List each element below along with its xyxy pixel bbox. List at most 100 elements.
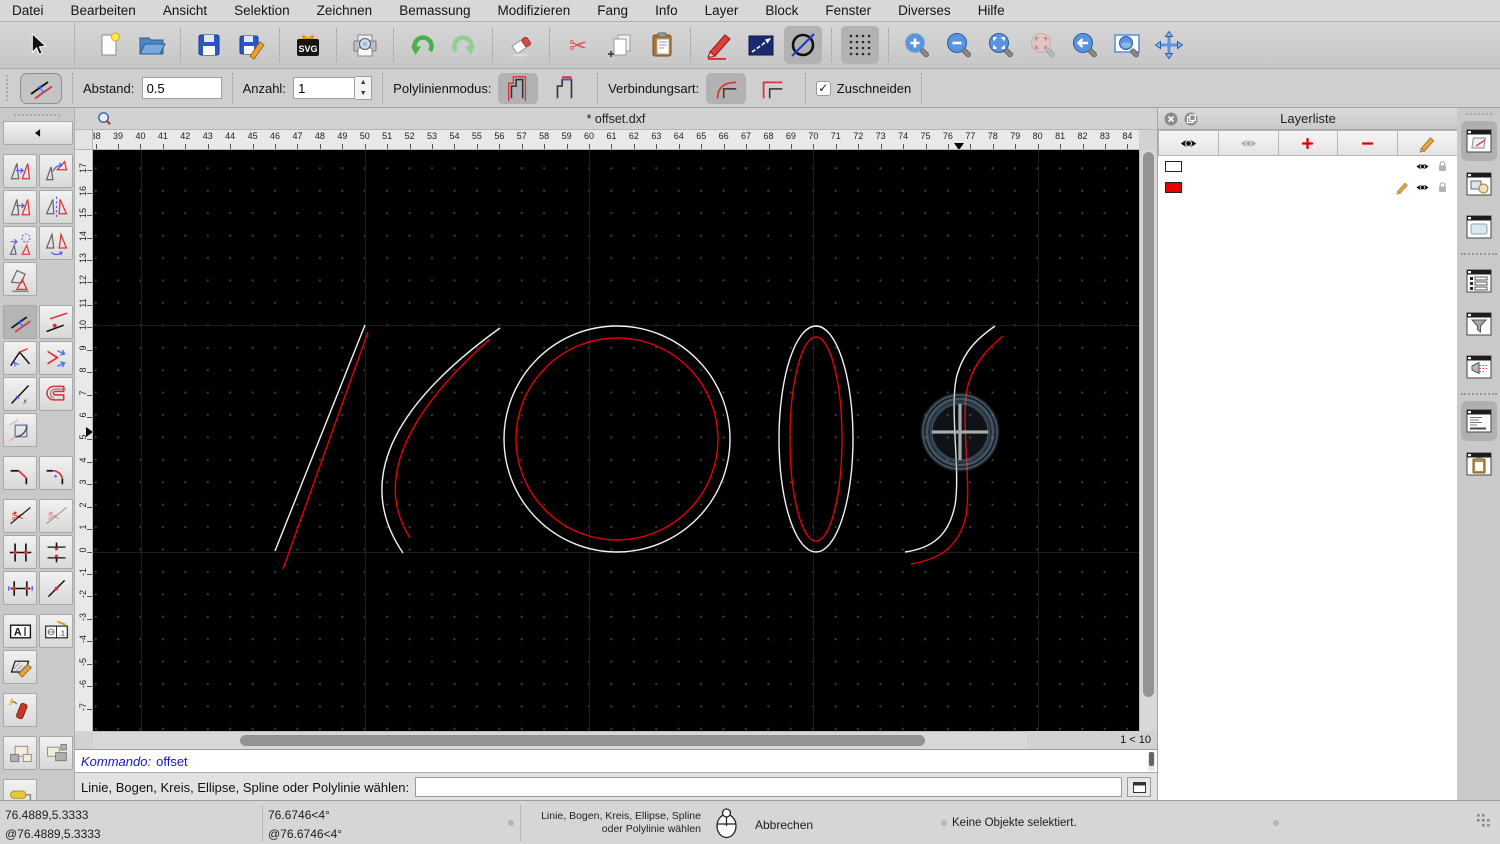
save-as-button[interactable] [232,26,270,64]
break-gap-button[interactable] [39,535,73,569]
trim-button[interactable]: ✂ [3,499,37,533]
zoom-auto-button[interactable] [982,26,1020,64]
panel-block-button[interactable] [1461,164,1497,204]
command-history-scrollbar-thumb[interactable] [1149,752,1154,766]
polyline-mode-segment-button[interactable] [544,73,584,104]
explode-button[interactable] [3,693,37,727]
redo-button[interactable] [445,26,483,64]
modify-offset-shape-button[interactable] [39,377,73,411]
corner-bevel-button[interactable] [3,456,37,490]
menu-ansicht[interactable]: Ansicht [163,3,207,18]
layer-row-0[interactable] [1158,156,1458,177]
show-all-layers-button[interactable] [1158,130,1219,156]
paste-button[interactable] [643,26,681,64]
document-tab-bar[interactable]: * offset.dxf [75,108,1157,130]
panel-clipboard-button[interactable] [1461,444,1497,484]
menu-layer[interactable]: Layer [705,3,739,18]
eye-icon[interactable] [1415,159,1430,174]
join-round-button[interactable] [705,72,746,104]
layer-color-swatch[interactable] [1165,182,1182,193]
zoom-previous-button[interactable] [1066,26,1104,64]
modify-blend-button[interactable] [3,413,37,447]
menu-diverses[interactable]: Diverses [898,3,951,18]
menu-bemassung[interactable]: Bemassung [399,3,470,18]
zoom-out-button[interactable] [940,26,978,64]
modify-bend-button[interactable] [3,341,37,375]
horizontal-scrollbar-thumb[interactable] [240,735,925,746]
lengthen-button[interactable] [3,571,37,605]
menu-fenster[interactable]: Fenster [825,3,871,18]
modify-offset-button[interactable] [3,305,37,339]
horizontal-scrollbar[interactable] [93,731,1139,749]
menu-bearbeiten[interactable]: Bearbeiten [71,3,136,18]
modify-mirror-button[interactable] [39,190,73,224]
modify-flip-button[interactable] [39,226,73,260]
dimension-edit-button[interactable]: .1 [39,614,73,648]
panel-list-button[interactable] [1461,261,1497,301]
new-file-button[interactable] [91,26,129,64]
zoom-pan-button[interactable] [1150,26,1188,64]
menu-fang[interactable]: Fang [597,3,628,18]
zoom-in-button[interactable] [898,26,936,64]
undo-button[interactable] [403,26,441,64]
vertical-scrollbar-thumb[interactable] [1143,152,1154,697]
drawing-canvas[interactable] [93,150,1139,731]
modify-rotate-button[interactable] [39,154,73,188]
print-preview-button[interactable] [346,26,384,64]
copy-button[interactable] [601,26,639,64]
stepper-down-icon[interactable]: ▼ [355,88,372,99]
save-button[interactable] [190,26,228,64]
anzahl-input[interactable] [293,77,356,99]
offset-tool-button[interactable] [784,26,822,64]
block-edit-button[interactable] [39,736,73,770]
join-sharp-button[interactable] [752,73,792,104]
menu-info[interactable]: Info [655,3,678,18]
modify-move-copy-button[interactable] [3,154,37,188]
modify-project-button[interactable] [3,262,37,296]
open-file-button[interactable] [133,26,171,64]
cut-button[interactable]: ✂ [559,26,597,64]
line-tool-button[interactable] [742,26,780,64]
panel-layer-button[interactable] [1460,121,1497,161]
anzahl-stepper[interactable]: ▲ ▼ [355,76,373,100]
lock-icon[interactable] [1435,180,1450,195]
abstand-input[interactable] [141,77,222,99]
layer-row-versatz[interactable] [1158,177,1458,198]
svg-export-button[interactable]: SVG [289,26,327,64]
add-layer-button[interactable] [1278,130,1339,156]
eraser-button[interactable] [502,26,540,64]
edit-pencil-button[interactable] [700,26,738,64]
menu-block[interactable]: Block [765,3,798,18]
modify-move-button[interactable] [3,190,37,224]
close-panel-icon[interactable] [1163,111,1178,126]
pointer-tool-button[interactable] [18,26,56,64]
command-history-scrollbar[interactable] [1148,752,1155,771]
zoom-window-button[interactable] [1108,26,1146,64]
modify-offset-point-button[interactable] [39,305,73,339]
menu-zeichnen[interactable]: Zeichnen [317,3,373,18]
back-button[interactable] [3,121,73,145]
menu-modifizieren[interactable]: Modifizieren [498,3,571,18]
divide-button[interactable] [39,571,73,605]
offset-tool-indicator-button[interactable] [20,72,62,104]
menu-hilfe[interactable]: Hilfe [978,3,1005,18]
modify-stretch-button[interactable] [39,341,73,375]
modify-move-rotate-button[interactable] [3,226,37,260]
remove-layer-button[interactable] [1338,130,1399,156]
menu-selektion[interactable]: Selektion [234,3,290,18]
edit-layer-button[interactable] [1398,130,1458,156]
layer-color-swatch[interactable] [1165,161,1182,172]
hide-all-layers-button[interactable] [1218,130,1279,156]
modify-lengthen-free-button[interactable]: x [3,377,37,411]
panel-command-button[interactable] [1460,401,1497,441]
hatch-edit-button[interactable] [3,650,37,684]
lock-icon[interactable] [1435,159,1450,174]
pencil-icon[interactable] [1395,180,1410,195]
panel-filter-button[interactable] [1461,304,1497,344]
command-input[interactable] [415,777,1122,797]
trim-two-button[interactable]: ✂ [39,499,73,533]
corner-round-button[interactable] [39,456,73,490]
command-detach-button[interactable] [1127,777,1151,797]
zuschneiden-checkbox[interactable]: ✓ [815,80,831,96]
stepper-up-icon[interactable]: ▲ [355,77,372,88]
